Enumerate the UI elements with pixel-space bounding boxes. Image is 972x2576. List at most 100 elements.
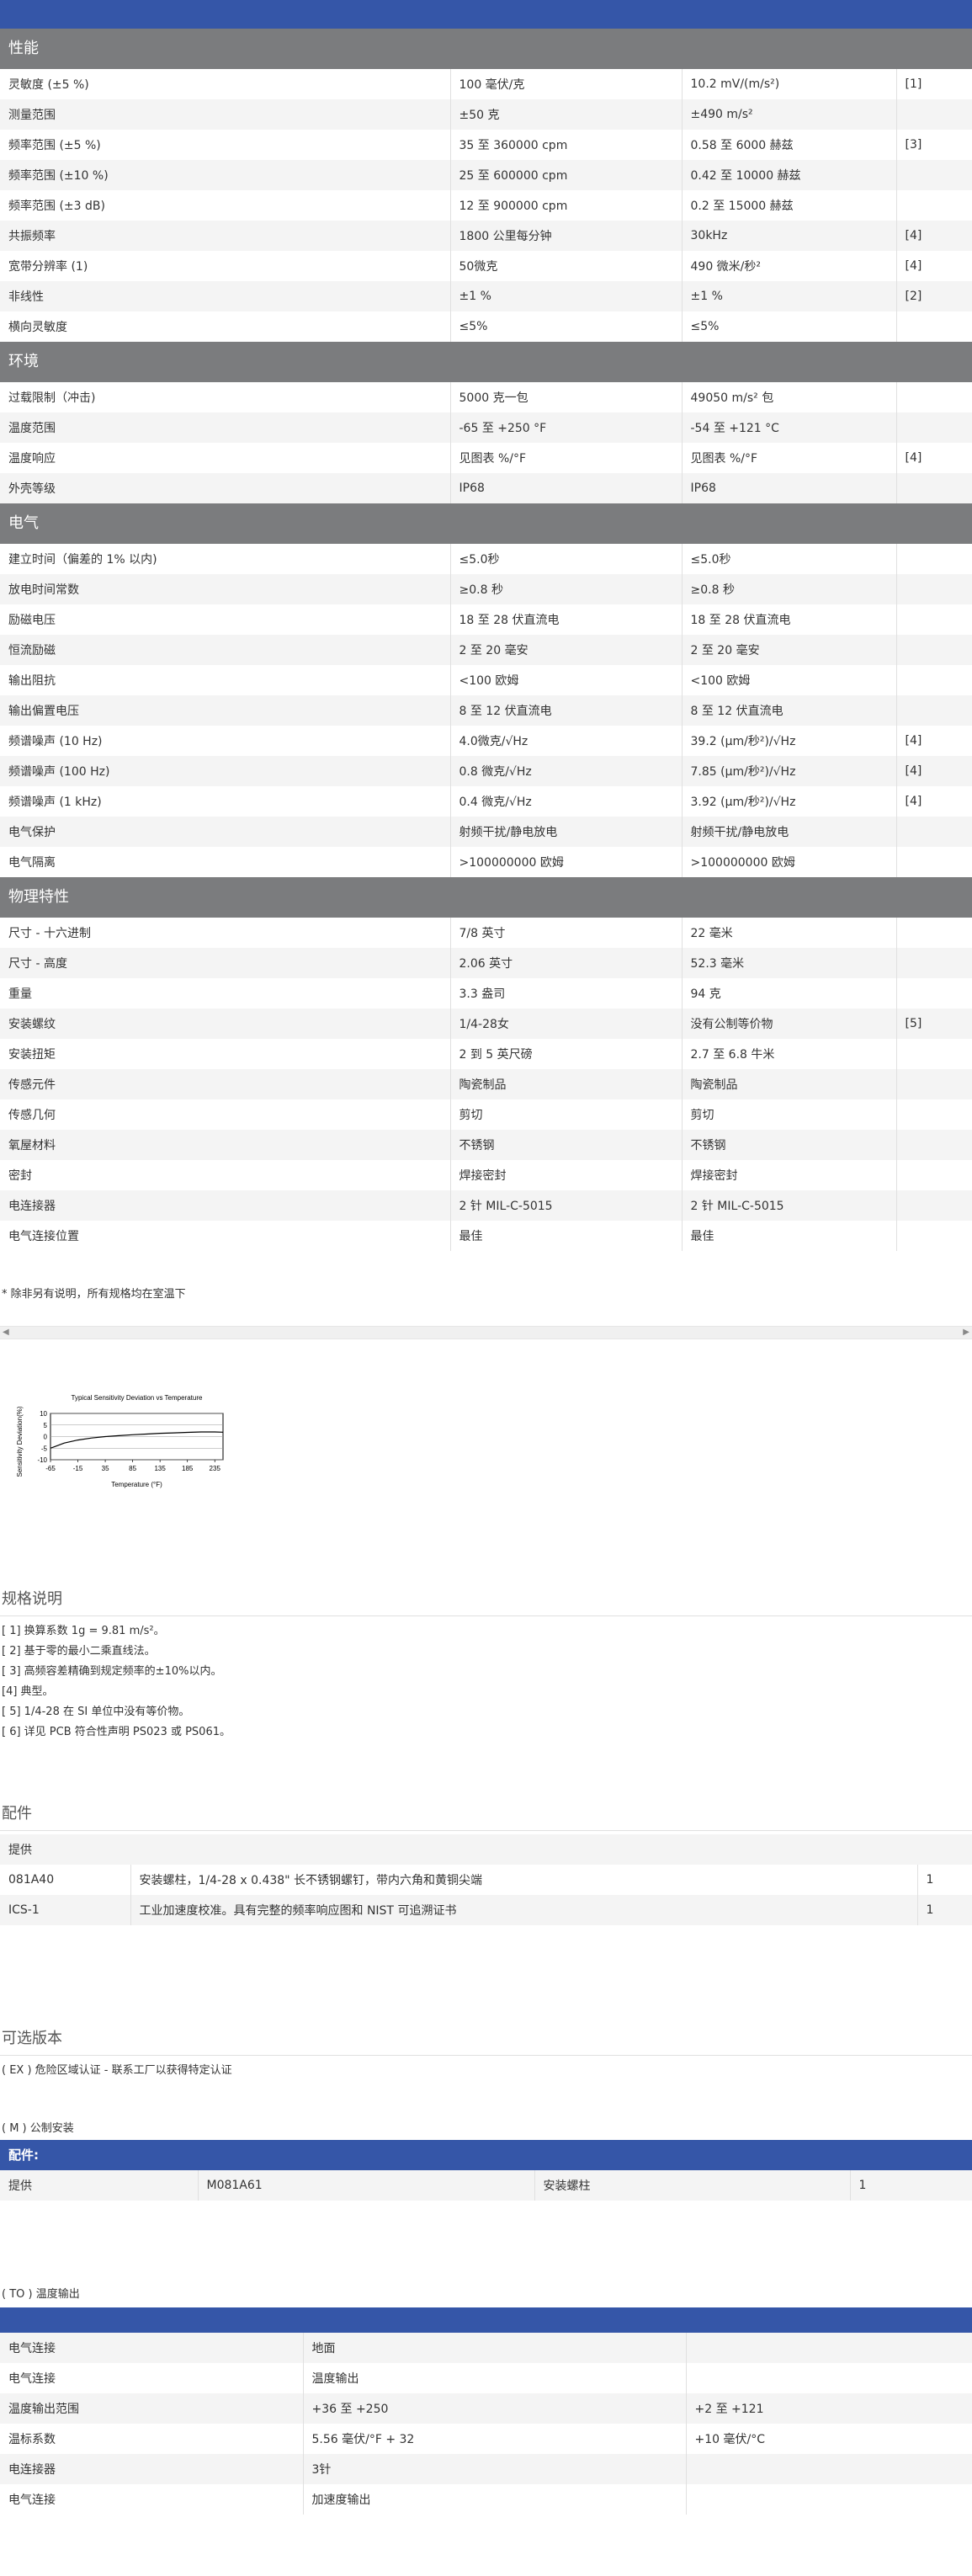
spec-note [896, 1099, 972, 1130]
option-to-row: 电连接器 3针 [0, 2454, 972, 2484]
option-to-cell: 温度输出 [303, 2363, 687, 2393]
y-tick-label: 5 [44, 1422, 48, 1429]
section-header: 物理特性 [0, 877, 972, 918]
spec-note: [4] [896, 251, 972, 281]
options-title: 可选版本 [2, 2030, 62, 2047]
spec-metric: 2 针 MIL-C-5015 [682, 1190, 897, 1221]
note-item: [ 5] 1/4-28 在 SI 单位中没有等价物。 [2, 1706, 190, 1718]
spec-row: 外壳等级 IP68 IP68 [0, 473, 972, 503]
spec-note [896, 1160, 972, 1190]
spec-note: [4] [896, 221, 972, 251]
spec-row: 安装扭矩 2 到 5 英尺磅 2.7 至 6.8 牛米 [0, 1039, 972, 1069]
spec-label: 频率范围 (±3 dB) [0, 190, 451, 221]
option-to-cell [686, 2454, 972, 2484]
spec-metric: 2 至 20 毫安 [682, 635, 897, 665]
spec-imperial: 100 毫伏/克 [450, 69, 683, 99]
spec-note [896, 604, 972, 635]
spec-row: 横向灵敏度 ≤5% ≤5% [0, 311, 972, 342]
spec-imperial: 35 至 360000 cpm [450, 130, 683, 160]
spec-label: 电气保护 [0, 817, 451, 847]
spec-note [896, 382, 972, 412]
spec-imperial: 7/8 英寸 [450, 918, 683, 948]
spec-note [896, 918, 972, 948]
spec-row: 频谱噪声 (10 Hz) 4.0微克/√Hz 39.2 (μm/秒²)/√Hz [4] [0, 726, 972, 756]
accessory-model[interactable]: 081A40 [0, 1865, 131, 1895]
option-to-cell: 3针 [303, 2454, 687, 2484]
accessories-table: 提供 081A40 安装螺柱，1/4-28 x 0.438" 长不锈钢螺钉，带内六… [0, 1834, 972, 1925]
option-to: ( TO ) 温度输出 [2, 2288, 80, 2301]
spec-label: 测量范围 [0, 99, 451, 130]
spec-section-table: 过载限制（冲击) 5000 克一包 49050 m/s² 包温度范围 -65 至 +2… [0, 382, 972, 503]
spec-row: 频率范围 (±3 dB) 12 至 900000 cpm 0.2 至 15000 赫… [0, 190, 972, 221]
spec-metric: 0.42 至 10000 赫兹 [682, 160, 897, 190]
scroll-left-icon[interactable]: ◀ [3, 1327, 9, 1339]
spec-row: 氧屋材料 不锈钢 不锈钢 [0, 1130, 972, 1160]
option-to-cell: 加速度输出 [303, 2484, 687, 2515]
spec-imperial: IP68 [450, 473, 683, 503]
spec-row: 温度范围 -65 至 +250 °F -54 至 +121 °C [0, 412, 972, 443]
option-to-cell: 电连接器 [0, 2454, 304, 2484]
option-to-cell: 温度输出范围 [0, 2393, 304, 2424]
accessory-qty: 1 [917, 1865, 972, 1895]
note-item: [4] 典型。 [2, 1685, 54, 1698]
option-m-cell: 安装螺柱 [534, 2170, 851, 2201]
spec-label: 灵敏度 (±5 %) [0, 69, 451, 99]
spec-metric: 射频干扰/静电放电 [682, 817, 897, 847]
spec-imperial: 0.4 微克/√Hz [450, 786, 683, 817]
option-m-model[interactable]: M081A61 [198, 2170, 535, 2201]
spec-imperial: 2 针 MIL-C-5015 [450, 1190, 683, 1221]
spec-metric: 最佳 [682, 1221, 897, 1251]
x-tick-label: 135 [154, 1465, 166, 1472]
spec-row: 非线性 ±1 % ±1 % [2] [0, 281, 972, 311]
spec-label: 频谱噪声 (1 kHz) [0, 786, 451, 817]
spec-label: 过载限制（冲击) [0, 382, 451, 412]
option-ex: ( EX ) 危险区域认证 - 联系工厂以获得特定认证 [2, 2064, 232, 2077]
spec-metric: 7.85 (μm/秒²)/√Hz [682, 756, 897, 786]
spec-note [896, 948, 972, 978]
horizontal-scrollbar[interactable]: ◀ ▶ [0, 1326, 972, 1339]
spec-metric: 10.2 mV/(m/s²) [682, 69, 897, 99]
spec-metric: ≤5% [682, 311, 897, 342]
option-to-cell: 地面 [303, 2333, 687, 2363]
spec-metric: -54 至 +121 °C [682, 412, 897, 443]
spec-row: 尺寸 - 十六进制 7/8 英寸 22 毫米 [0, 918, 972, 948]
spec-metric: 52.3 毫米 [682, 948, 897, 978]
spec-label: 温度范围 [0, 412, 451, 443]
spec-label: 励磁电压 [0, 604, 451, 635]
spec-imperial: -65 至 +250 °F [450, 412, 683, 443]
x-axis-label: Temperature (°F) [111, 1481, 162, 1488]
spec-row: 放电时间常数 ≥0.8 秒 ≥0.8 秒 [0, 574, 972, 604]
spec-label: 建立时间（偏差的 1% 以内) [0, 544, 451, 574]
spec-label: 输出阻抗 [0, 665, 451, 695]
spec-row: 恒流励磁 2 至 20 毫安 2 至 20 毫安 [0, 635, 972, 665]
spec-metric: 见图表 %/°F [682, 443, 897, 473]
spec-label: 频率范围 (±10 %) [0, 160, 451, 190]
spec-imperial: 4.0微克/√Hz [450, 726, 683, 756]
spec-imperial: ≤5.0秒 [450, 544, 683, 574]
series-line [50, 1431, 224, 1449]
spec-note [896, 847, 972, 877]
spec-imperial: 2.06 英寸 [450, 948, 683, 978]
x-tick-label: -15 [73, 1465, 83, 1472]
spec-note [896, 695, 972, 726]
spec-row: 测量范围 ±50 克 ±490 m/s² [0, 99, 972, 130]
chart-svg: Typical Sensitivity Deviation vs Tempera… [16, 1394, 224, 1488]
spec-imperial: 陶瓷制品 [450, 1069, 683, 1099]
spec-metric: <100 欧姆 [682, 665, 897, 695]
spec-label: 外壳等级 [0, 473, 451, 503]
accessory-model[interactable]: ICS-1 [0, 1895, 131, 1925]
x-tick-label: 185 [182, 1465, 194, 1472]
spec-row: 频谱噪声 (100 Hz) 0.8 微克/√Hz 7.85 (μm/秒²)/√Hz[… [0, 756, 972, 786]
spec-row: 电气隔离 >100000000 欧姆 >100000000 欧姆 [0, 847, 972, 877]
spec-imperial: 0.8 微克/√Hz [450, 756, 683, 786]
spec-label: 横向灵敏度 [0, 311, 451, 342]
spec-imperial: ±50 克 [450, 99, 683, 130]
scroll-right-icon[interactable]: ▶ [963, 1327, 969, 1339]
spec-metric: >100000000 欧姆 [682, 847, 897, 877]
spec-section-table: 尺寸 - 十六进制 7/8 英寸 22 毫米 尺寸 - 高度 2.06 英寸 52.3 毫… [0, 918, 972, 1251]
spec-label: 安装扭矩 [0, 1039, 451, 1069]
spec-row: 宽带分辨率 (1) 50微克 490 微米/秒² [4] [0, 251, 972, 281]
option-to-row: 电气连接 温度输出 [0, 2363, 972, 2393]
spec-note: [4] [896, 443, 972, 473]
spec-imperial: 焊接密封 [450, 1160, 683, 1190]
